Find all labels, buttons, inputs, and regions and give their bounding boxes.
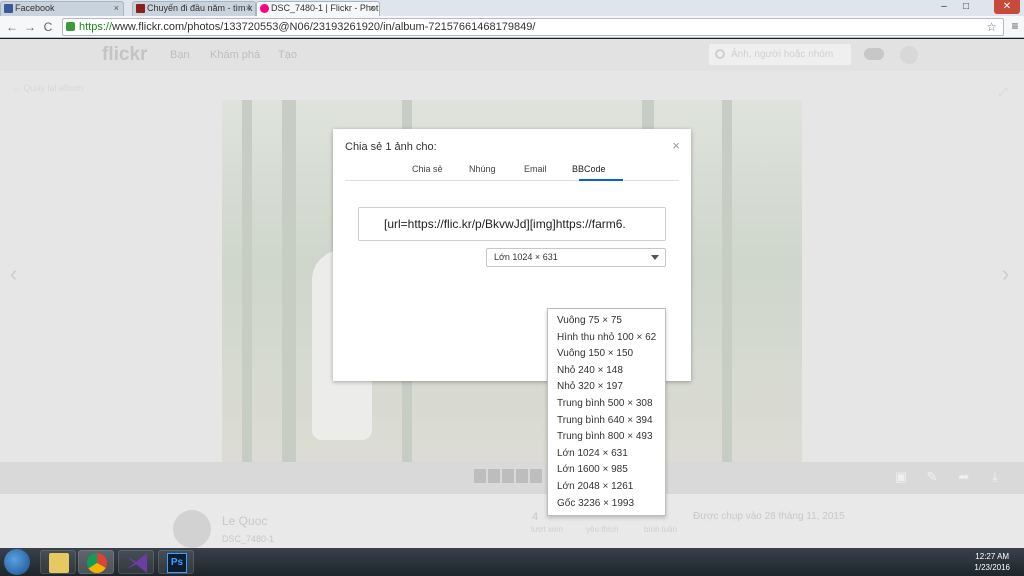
window-close-button[interactable]: ✕ bbox=[994, 0, 1020, 14]
size-option[interactable]: Trung bình 500 × 308 bbox=[548, 396, 665, 413]
visual-studio-icon bbox=[127, 553, 147, 573]
windows-taskbar: Ps 12:27 AM 1/23/2016 bbox=[0, 548, 1024, 576]
tab-title: DSC_7480-1 | Flickr - Phot bbox=[271, 3, 379, 13]
size-select[interactable]: Lớn 1024 × 631 bbox=[486, 248, 666, 267]
facebook-favicon-icon bbox=[4, 4, 13, 13]
clock-time: 12:27 AM bbox=[975, 552, 1010, 561]
photo-tree bbox=[722, 100, 732, 462]
browser-menu-icon[interactable]: ≡ bbox=[1008, 19, 1022, 35]
faves-label: yêu thích bbox=[586, 525, 619, 534]
browser-tab-strip: Facebook × Chuyến đi đầu năm - tìm k × D… bbox=[0, 0, 1024, 16]
nav-tao[interactable]: Tạo bbox=[278, 49, 297, 61]
taken-date: Được chụp vào 28 tháng 11, 2015 bbox=[693, 511, 845, 522]
size-option[interactable]: Nhỏ 320 × 197 bbox=[548, 379, 665, 396]
search-placeholder: Ảnh, người hoặc nhóm bbox=[731, 49, 834, 60]
close-icon[interactable]: × bbox=[672, 138, 680, 153]
nav-kham-pha[interactable]: Khám phá bbox=[210, 49, 260, 61]
tab-email[interactable]: Email bbox=[524, 164, 547, 174]
size-option[interactable]: Nhỏ 240 × 148 bbox=[548, 363, 665, 380]
size-option[interactable]: Lớn 1024 × 631 bbox=[548, 446, 665, 463]
size-option[interactable]: Gốc 3236 × 1993 bbox=[548, 496, 665, 513]
tab-close-icon[interactable]: × bbox=[246, 2, 251, 15]
start-button[interactable] bbox=[4, 549, 30, 575]
share-tabs: Chia sẻ Nhúng Email BBCode bbox=[345, 162, 679, 181]
photoshop-taskbar-button[interactable]: Ps bbox=[158, 550, 194, 574]
tab-facebook[interactable]: Facebook × bbox=[0, 1, 124, 16]
size-select-value: Lớn 1024 × 631 bbox=[494, 252, 558, 262]
photo-tree bbox=[282, 100, 296, 462]
size-option[interactable]: Trung bình 800 × 493 bbox=[548, 429, 665, 446]
image-icon[interactable]: ▣ bbox=[893, 469, 909, 485]
photo-tree bbox=[242, 100, 252, 462]
download-icon[interactable]: ⤓ bbox=[987, 469, 1003, 485]
tab-flickr[interactable]: DSC_7480-1 | Flickr - Phot × bbox=[256, 1, 380, 16]
views-label: lượt xem bbox=[531, 525, 563, 534]
clock-date: 1/23/2016 bbox=[974, 563, 1010, 572]
flickr-logo[interactable]: flickr bbox=[102, 44, 147, 66]
chrome-icon bbox=[87, 553, 107, 573]
lock-icon bbox=[66, 22, 75, 31]
bbcode-field[interactable]: [url=https://flic.kr/p/BkvwJd][img]https… bbox=[358, 207, 666, 241]
folder-icon bbox=[49, 553, 69, 573]
chrome-taskbar-button[interactable] bbox=[78, 550, 114, 574]
album-thumbnails[interactable] bbox=[474, 469, 554, 487]
fullscreen-icon[interactable]: ⤢ bbox=[998, 85, 1012, 99]
tab-close-icon[interactable]: × bbox=[370, 2, 375, 15]
bookmark-star-icon[interactable]: ☆ bbox=[986, 19, 997, 35]
url-text: www.flickr.com/photos/133720553@N06/2319… bbox=[112, 21, 536, 33]
flickr-header: flickr Bạn Khám phá Tạo Ảnh, người hoặc … bbox=[0, 39, 1024, 71]
modal-title: Chia sẻ 1 ảnh cho: bbox=[345, 141, 437, 153]
back-to-album-link[interactable]: ← Quay lại album bbox=[12, 83, 84, 93]
size-option[interactable]: Vuông 150 × 150 bbox=[548, 346, 665, 363]
size-option[interactable]: Vuông 75 × 75 bbox=[548, 313, 665, 330]
explorer-taskbar-button[interactable] bbox=[40, 550, 76, 574]
url-scheme: https:// bbox=[79, 21, 113, 33]
search-input[interactable]: Ảnh, người hoặc nhóm bbox=[709, 44, 851, 65]
photoshop-icon: Ps bbox=[167, 553, 187, 573]
tab-chia-se[interactable]: Chia sẻ bbox=[412, 164, 443, 174]
size-option[interactable]: Lớn 1600 × 985 bbox=[548, 462, 665, 479]
active-tab-indicator bbox=[579, 179, 623, 181]
back-button[interactable]: ← bbox=[4, 19, 20, 35]
tab-chuyen-di[interactable]: Chuyến đi đầu năm - tìm k × bbox=[132, 1, 256, 16]
flickr-favicon-icon bbox=[260, 4, 269, 13]
browser-toolbar: ← → C https://www.flickr.com/photos/1337… bbox=[0, 16, 1024, 38]
tab-title: Chuyến đi đầu năm - tìm k bbox=[147, 3, 253, 13]
system-tray: 12:27 AM 1/23/2016 bbox=[900, 548, 1024, 576]
tab-close-icon[interactable]: × bbox=[114, 2, 119, 15]
size-option[interactable]: Hình thu nhỏ 100 × 62 bbox=[548, 330, 665, 347]
edit-icon[interactable]: ✎ bbox=[924, 469, 940, 485]
reload-button[interactable]: C bbox=[40, 19, 56, 35]
next-photo-icon[interactable]: › bbox=[1002, 261, 1009, 287]
size-option[interactable]: Lớn 2048 × 1261 bbox=[548, 479, 665, 496]
upload-cloud-icon[interactable] bbox=[864, 48, 884, 60]
clock[interactable]: 12:27 AM 1/23/2016 bbox=[974, 551, 1010, 573]
photo-info-panel: Le Quoc DSC_7480-1 4 lượt xem yêu thích … bbox=[0, 494, 1024, 548]
tab-bbcode[interactable]: BBCode bbox=[572, 164, 606, 174]
owner-avatar[interactable] bbox=[173, 510, 211, 548]
forward-button[interactable]: → bbox=[22, 19, 38, 35]
address-bar[interactable]: https://www.flickr.com/photos/133720553@… bbox=[62, 18, 1004, 36]
comments-label: bình luận bbox=[644, 525, 677, 534]
tab-title: Facebook bbox=[15, 3, 55, 13]
minimize-button[interactable]: – bbox=[934, 0, 954, 14]
share-icon[interactable]: ➦ bbox=[956, 469, 972, 485]
owner-name[interactable]: Le Quoc bbox=[222, 514, 267, 528]
photo-title: DSC_7480-1 bbox=[222, 534, 275, 544]
size-option[interactable]: Trung bình 640 × 394 bbox=[548, 413, 665, 430]
chevron-down-icon bbox=[651, 255, 659, 260]
user-avatar[interactable] bbox=[900, 46, 918, 64]
prev-photo-icon[interactable]: ‹ bbox=[10, 261, 17, 287]
search-icon bbox=[715, 49, 725, 59]
nav-ban[interactable]: Bạn bbox=[170, 49, 190, 61]
size-dropdown-list: Vuông 75 × 75 Hình thu nhỏ 100 × 62 Vuôn… bbox=[547, 308, 666, 516]
tab-nhung[interactable]: Nhúng bbox=[469, 164, 496, 174]
maximize-button[interactable]: □ bbox=[956, 0, 976, 14]
visual-studio-taskbar-button[interactable] bbox=[118, 550, 154, 574]
views-count: 4 bbox=[532, 511, 539, 523]
site-favicon-icon bbox=[136, 4, 145, 13]
